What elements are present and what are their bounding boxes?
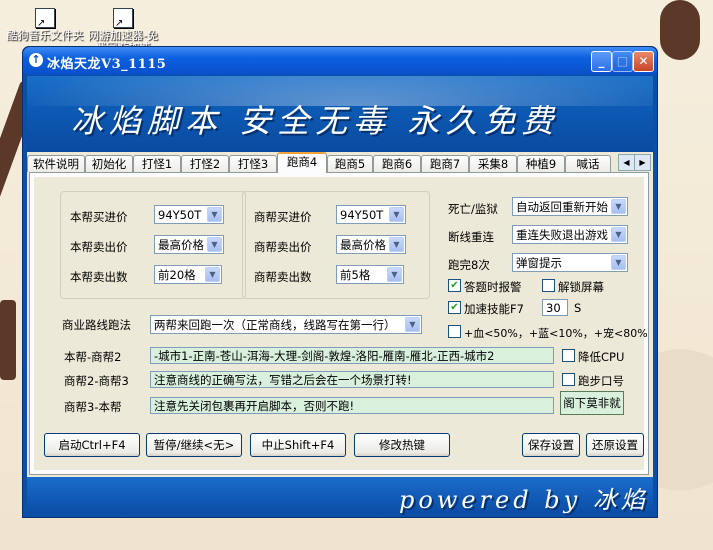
trade-buy-label: 商帮买进价 bbox=[254, 210, 312, 224]
tab-fight1[interactable]: 打怪1 bbox=[133, 155, 181, 172]
tab-trade7[interactable]: 跑商7 bbox=[421, 155, 469, 172]
run-count-select[interactable]: 弹窗提示 ▼ bbox=[512, 253, 628, 272]
trade-count-select[interactable]: 前5格 ▼ bbox=[336, 265, 404, 284]
route1-label: 本帮-商帮2 bbox=[64, 350, 122, 364]
edit-hotkey-button[interactable]: 修改热键 bbox=[354, 433, 450, 457]
hint-button[interactable]: 阁下莫非就 bbox=[560, 391, 624, 415]
maximize-button[interactable]: □ bbox=[612, 51, 633, 72]
speed-skill-checkbox[interactable]: ✔ bbox=[448, 301, 461, 314]
home-buy-select[interactable]: 94Y50T ▼ bbox=[154, 205, 224, 224]
route3-input[interactable]: 注意先关闭包裹再开启脚本，否则不跑! bbox=[150, 397, 554, 414]
trade-sell-select[interactable]: 最高价格 ▼ bbox=[336, 235, 406, 254]
chevron-down-icon: ▼ bbox=[205, 267, 220, 282]
unlock-screen-label: 解锁屏幕 bbox=[558, 280, 604, 294]
disconnect-select[interactable]: 重连失败退出游戏 ▼ bbox=[512, 225, 628, 244]
tab-shout[interactable]: 喊话 bbox=[565, 155, 611, 172]
window-title: 冰焰天龙V3_1115 bbox=[47, 57, 167, 72]
chevron-down-icon: ▼ bbox=[405, 317, 420, 332]
home-count-select[interactable]: 前20格 ▼ bbox=[154, 265, 222, 284]
death-select[interactable]: 自动返回重新开始 ▼ bbox=[512, 197, 628, 216]
run-count-label: 跑完8次 bbox=[448, 258, 490, 272]
app-icon: ↑ bbox=[29, 53, 43, 67]
footer-banner: powered by 冰焰 bbox=[27, 477, 653, 514]
chevron-down-icon: ▼ bbox=[611, 255, 626, 270]
title-bar[interactable]: ↑ 冰焰天龙V3_1115 _ □ ✕ bbox=[23, 47, 657, 75]
answer-alarm-label: 答题时报警 bbox=[464, 280, 522, 294]
route-method-select[interactable]: 两帮来回跑一次（正常商线，线路写在第一行） ▼ bbox=[150, 315, 422, 334]
stop-button[interactable]: 中止Shift+F4 bbox=[250, 433, 346, 457]
wallpaper-decor bbox=[0, 300, 16, 380]
client-area: 软件说明 初始化 打怪1 打怪2 打怪3 跑商4 跑商5 跑商6 跑商7 采集8… bbox=[27, 152, 653, 477]
tab-fight2[interactable]: 打怪2 bbox=[181, 155, 229, 172]
wallpaper-decor bbox=[660, 0, 700, 60]
run-slogan-label: 跑步口号 bbox=[578, 374, 624, 388]
chevron-down-icon: ▼ bbox=[387, 267, 402, 282]
run-slogan-checkbox[interactable] bbox=[562, 373, 575, 386]
tab-strip: 软件说明 初始化 打怪1 打怪2 打怪3 跑商4 跑商5 跑商6 跑商7 采集8… bbox=[27, 152, 653, 173]
heal-label: +血<50%，+蓝<10%，+宠<80% bbox=[464, 327, 648, 340]
tab-plant9[interactable]: 种植9 bbox=[517, 155, 565, 172]
desktop-icon-kugou[interactable]: 酷狗音乐文件夹 bbox=[6, 8, 84, 42]
disconnect-label: 断线重连 bbox=[448, 230, 494, 244]
home-count-label: 本帮卖出数 bbox=[70, 270, 128, 284]
tab-init[interactable]: 初始化 bbox=[85, 155, 133, 172]
low-cpu-label: 降低CPU bbox=[578, 350, 625, 364]
chevron-down-icon: ▼ bbox=[611, 227, 626, 242]
low-cpu-checkbox[interactable] bbox=[562, 349, 575, 362]
shortcut-icon bbox=[113, 8, 133, 30]
chevron-down-icon: ▼ bbox=[389, 207, 404, 222]
death-label: 死亡/监狱 bbox=[448, 202, 498, 216]
home-buy-label: 本帮买进价 bbox=[70, 210, 128, 224]
chevron-down-icon: ▼ bbox=[389, 237, 404, 252]
home-sell-label: 本帮卖出价 bbox=[70, 240, 128, 254]
tab-fight3[interactable]: 打怪3 bbox=[229, 155, 277, 172]
app-window: ↑ 冰焰天龙V3_1115 _ □ ✕ 冰焰脚本 安全无毒 永久免费 软件说明 … bbox=[22, 46, 658, 518]
close-button[interactable]: ✕ bbox=[633, 51, 654, 72]
speed-skill-label: 加速技能F7 bbox=[464, 302, 524, 316]
tab-trade5[interactable]: 跑商5 bbox=[327, 155, 373, 172]
chevron-down-icon: ▼ bbox=[207, 207, 222, 222]
chevron-down-icon: ▼ bbox=[207, 237, 222, 252]
route3-label: 商帮3-本帮 bbox=[64, 400, 122, 414]
trade-buy-select[interactable]: 94Y50T ▼ bbox=[336, 205, 406, 224]
tab-scroll-left-icon[interactable]: ◀ bbox=[618, 154, 635, 171]
route2-input[interactable]: 注意商线的正确写法，写错之后会在一个场景打转! bbox=[150, 371, 554, 388]
tab-scroll-right-icon[interactable]: ▶ bbox=[634, 154, 651, 171]
restore-settings-button[interactable]: 还原设置 bbox=[586, 433, 644, 457]
banner: 冰焰脚本 安全无毒 永久免费 bbox=[27, 76, 653, 152]
footer-text: powered by 冰焰 bbox=[399, 486, 649, 514]
route-method-label: 商业路线跑法 bbox=[62, 318, 131, 332]
route2-label: 商帮2-商帮3 bbox=[64, 374, 129, 388]
speed-seconds-input[interactable]: 30 bbox=[542, 299, 568, 316]
speed-unit-label: S bbox=[574, 301, 582, 315]
tab-trade4[interactable]: 跑商4 bbox=[277, 152, 327, 173]
pause-button[interactable]: 暂停/继续<无> bbox=[146, 433, 242, 457]
tab-trade6[interactable]: 跑商6 bbox=[373, 155, 421, 172]
banner-text: 冰焰脚本 安全无毒 永久免费 bbox=[71, 102, 560, 140]
route1-input[interactable]: -城市1-正南-苍山-洱海-大理-剑阁-敦煌-洛阳-雁南-雁北-正西-城市2 bbox=[150, 347, 554, 364]
chevron-down-icon: ▼ bbox=[611, 199, 626, 214]
trade-count-label: 商帮卖出数 bbox=[254, 270, 312, 284]
save-settings-button[interactable]: 保存设置 bbox=[522, 433, 580, 457]
unlock-screen-checkbox[interactable] bbox=[542, 279, 555, 292]
tab-gather8[interactable]: 采集8 bbox=[469, 155, 517, 172]
trade-sell-label: 商帮卖出价 bbox=[254, 240, 312, 254]
answer-alarm-checkbox[interactable]: ✔ bbox=[448, 279, 461, 292]
heal-checkbox[interactable] bbox=[448, 325, 461, 338]
start-button[interactable]: 启动Ctrl+F4 bbox=[44, 433, 140, 457]
minimize-button[interactable]: _ bbox=[591, 51, 612, 72]
tab-software-info[interactable]: 软件说明 bbox=[27, 155, 85, 172]
home-sell-select[interactable]: 最高价格 ▼ bbox=[154, 235, 224, 254]
shortcut-icon bbox=[35, 8, 55, 30]
tab-pane-trade4: 本帮买进价 94Y50T ▼ 本帮卖出价 最高价格 ▼ 本帮卖出数 前20格 ▼… bbox=[29, 172, 649, 475]
